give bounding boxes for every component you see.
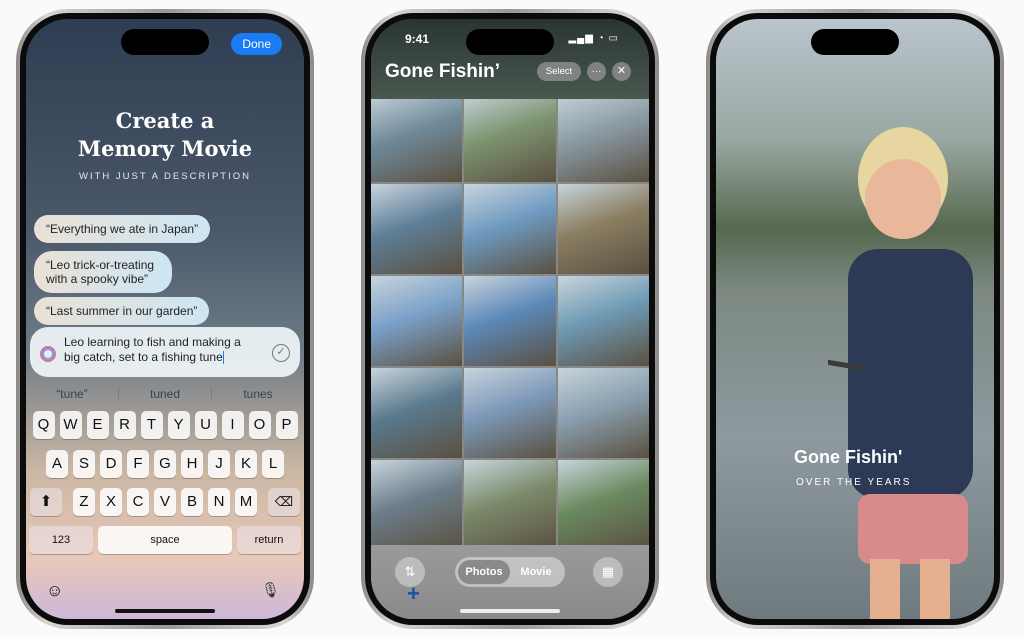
home-indicator	[115, 609, 215, 613]
page-title: Create a Memory Movie	[26, 107, 304, 163]
suggestion-chip[interactable]: “Everything we ate in Japan”	[34, 215, 211, 243]
key-c[interactable]: C	[127, 488, 149, 516]
apple-intelligence-icon	[40, 346, 56, 362]
key-k[interactable]: K	[235, 450, 257, 478]
movie-subtitle: OVER THE YEARS	[796, 477, 912, 488]
photo-thumbnail[interactable]	[371, 184, 463, 274]
select-button[interactable]: Select	[537, 62, 581, 81]
home-indicator	[460, 609, 560, 613]
emoji-icon[interactable]: ☺	[46, 581, 63, 601]
delete-key[interactable]: ⌫	[268, 488, 300, 516]
key-i[interactable]: I	[221, 411, 244, 439]
return-key[interactable]: return	[237, 526, 301, 554]
photo-thumbnail[interactable]	[464, 368, 556, 458]
photo-thumbnail[interactable]	[557, 368, 649, 458]
description-input[interactable]: Leo learning to fish and making a big ca…	[30, 327, 300, 377]
album-title: Gone Fishin’	[385, 61, 501, 82]
key-a[interactable]: A	[46, 450, 68, 478]
dynamic-island	[811, 29, 899, 55]
key-e[interactable]: E	[86, 411, 109, 439]
status-time: 9:41	[405, 32, 430, 46]
key-f[interactable]: F	[127, 450, 149, 478]
key-n[interactable]: N	[208, 488, 230, 516]
photo-thumbnail[interactable]	[464, 460, 556, 550]
key-z[interactable]: Z	[73, 488, 95, 516]
page-subtitle: WITH JUST A DESCRIPTION	[79, 171, 251, 182]
photo-thumbnail[interactable]	[371, 368, 463, 458]
suggestion-chip[interactable]: “Leo trick-or-treating with a spooky vib…	[34, 251, 172, 293]
key-j[interactable]: J	[208, 450, 230, 478]
suggestion-chip[interactable]: “Last summer in our garden”	[34, 297, 210, 325]
dynamic-island	[466, 29, 554, 55]
bottom-toolbar: ⇅ + Photos Movie ▦	[371, 545, 649, 619]
text-cursor	[222, 351, 225, 365]
photo-grid	[371, 92, 649, 550]
key-u[interactable]: U	[194, 411, 217, 439]
key-r[interactable]: R	[113, 411, 136, 439]
space-key[interactable]: space	[98, 526, 232, 554]
key-s[interactable]: S	[73, 450, 95, 478]
photo-thumbnail[interactable]	[464, 276, 556, 366]
key-q[interactable]: Q	[32, 411, 55, 439]
autocorrect-option[interactable]: “tune”	[26, 387, 119, 401]
photo-thumbnail[interactable]	[371, 276, 463, 366]
key-g[interactable]: G	[154, 450, 176, 478]
phone-movie-preview: Gone Fishin' OVER THE YEARS	[706, 9, 1004, 629]
close-icon[interactable]: ✕	[612, 62, 631, 81]
photo-thumbnail[interactable]	[464, 92, 556, 182]
status-icons: ▂▄▆ ◔ ▭	[568, 33, 619, 44]
autocorrect-option[interactable]: tuned	[119, 387, 212, 401]
photo-thumbnail[interactable]	[557, 276, 649, 366]
autocorrect-option[interactable]: tunes	[212, 387, 304, 401]
add-icon[interactable]: +	[407, 581, 420, 607]
key-v[interactable]: V	[154, 488, 176, 516]
photo-thumbnail[interactable]	[557, 92, 649, 182]
movie-title: Gone Fishin'	[794, 447, 903, 467]
key-o[interactable]: O	[248, 411, 271, 439]
photo-thumbnail[interactable]	[557, 184, 649, 274]
key-t[interactable]: T	[140, 411, 163, 439]
more-icon[interactable]: ···	[587, 62, 606, 81]
key-p[interactable]: P	[275, 411, 298, 439]
key-h[interactable]: H	[181, 450, 203, 478]
movie-photo	[828, 127, 973, 619]
microphone-icon[interactable]: 🎙	[261, 581, 280, 599]
done-button[interactable]: Done	[231, 33, 282, 55]
key-b[interactable]: B	[181, 488, 203, 516]
shift-key[interactable]: ⬆	[30, 488, 62, 516]
phone-memory-album: 9:41 ▂▄▆ ◔ ▭ Gone Fishin’ Select ··· ✕ ⇅…	[361, 9, 659, 629]
key-w[interactable]: W	[59, 411, 82, 439]
tab-photos[interactable]: Photos	[458, 560, 510, 584]
title-line: Memory Movie	[77, 136, 253, 161]
input-text: Leo learning to fish and making a big ca…	[64, 335, 241, 364]
tab-movie[interactable]: Movie	[510, 560, 562, 584]
view-toggle: Photos Movie	[455, 557, 565, 587]
grid-icon[interactable]: ▦	[593, 557, 623, 587]
key-m[interactable]: M	[235, 488, 257, 516]
photo-thumbnail[interactable]	[371, 92, 463, 182]
autocorrect-bar: “tune” tuned tunes	[26, 387, 304, 401]
numbers-key[interactable]: 123	[29, 526, 93, 554]
dynamic-island	[121, 29, 209, 55]
key-d[interactable]: D	[100, 450, 122, 478]
photo-thumbnail[interactable]	[464, 184, 556, 274]
photo-thumbnail[interactable]	[557, 460, 649, 550]
key-x[interactable]: X	[100, 488, 122, 516]
key-l[interactable]: L	[262, 450, 284, 478]
photo-thumbnail[interactable]	[371, 460, 463, 550]
key-y[interactable]: Y	[167, 411, 190, 439]
phone-memory-movie: Done Create a Memory Movie WITH JUST A DE…	[16, 9, 314, 629]
checkmark-icon[interactable]: ✓	[272, 344, 290, 362]
title-line: Create a	[115, 108, 215, 133]
